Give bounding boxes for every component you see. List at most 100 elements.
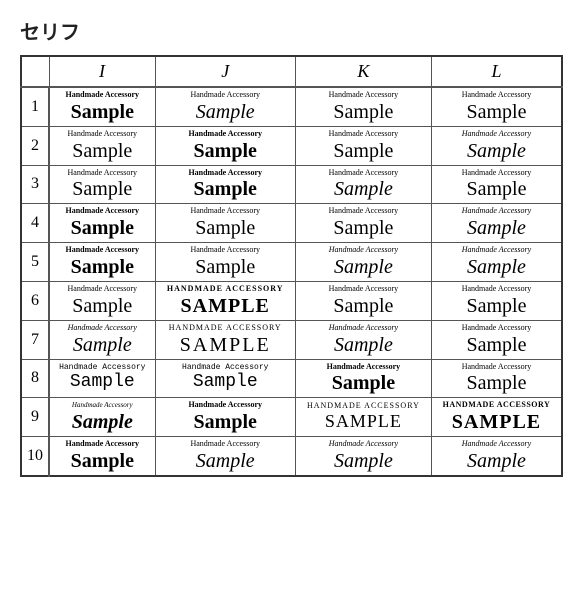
row-number: 3 [21, 165, 49, 204]
cell-top-text: Handmade Accessory [462, 207, 531, 216]
font-table: I J K L 1Handmade AccessorySampleHandmad… [20, 55, 563, 477]
row-number: 9 [21, 398, 49, 437]
cell-top-text: Handmade Accessory [329, 130, 399, 139]
cell-top-text: Handmade Accessory [68, 285, 138, 294]
row-number: 7 [21, 320, 49, 359]
cell-top-text: Handmade Accessory [68, 169, 138, 178]
cell-top-text: Handmade Accessory [68, 130, 138, 139]
cell-bottom-text: Sample [466, 334, 526, 356]
cell-bottom-text: Sample [194, 178, 257, 200]
table-cell: Handmade AccessorySample [431, 359, 562, 398]
cell-top-text: Handmade Accessory [462, 169, 532, 178]
table-row: 4Handmade AccessorySampleHandmade Access… [21, 204, 562, 243]
table-row: 8Handmade AccessorySampleHandmade Access… [21, 359, 562, 398]
cell-bottom-text: Sample [196, 101, 255, 123]
cell-top-text: Handmade Accessory [329, 285, 399, 294]
cell-top-text: Handmade Accessory [462, 246, 531, 255]
cell-bottom-text: SAMPLE [325, 412, 402, 432]
table-row: 9Handmade AccessorySampleHandmade Access… [21, 398, 562, 437]
cell-bottom-text: Sample [466, 372, 526, 394]
cell-top-text: Handmade Accessory [329, 246, 398, 255]
cell-top-text: Handmade Accessory [182, 364, 268, 373]
col-header-j: J [155, 56, 295, 87]
cell-top-text: HANDMADE ACCESSORY [443, 401, 551, 410]
table-cell: HANDMADE ACCESSORYSAMPLE [431, 398, 562, 437]
cell-top-text: HANDMADE ACCESSORY [169, 324, 282, 333]
col-header-k: K [295, 56, 431, 87]
cell-bottom-text: Sample [333, 217, 393, 239]
cell-top-text: Handmade Accessory [190, 440, 260, 449]
cell-bottom-text: Sample [71, 217, 134, 239]
table-cell: Handmade AccessorySample [49, 87, 155, 126]
cell-top-text: Handmade Accessory [66, 207, 140, 216]
cell-top-text: Handmade Accessory [66, 91, 140, 100]
table-cell: Handmade AccessorySample [295, 165, 431, 204]
page-title: セリフ [20, 16, 563, 45]
table-cell: Handmade AccessorySample [49, 398, 155, 437]
cell-bottom-text: Sample [467, 217, 526, 239]
table-cell: Handmade AccessorySample [49, 359, 155, 398]
cell-bottom-text: Sample [72, 295, 132, 317]
cell-top-text: Handmade Accessory [190, 246, 260, 255]
cell-top-text: Handmade Accessory [188, 130, 262, 139]
table-cell: Handmade AccessorySample [49, 165, 155, 204]
cell-top-text: Handmade Accessory [462, 324, 532, 333]
cell-bottom-text: Sample [333, 295, 393, 317]
table-cell: Handmade AccessorySample [431, 165, 562, 204]
table-cell: Handmade AccessorySample [295, 437, 431, 476]
cell-bottom-text: Sample [72, 140, 132, 162]
table-cell: Handmade AccessorySample [295, 281, 431, 320]
table-cell: HANDMADE ACCESSORYSAMPLE [155, 281, 295, 320]
table-cell: Handmade AccessorySample [295, 320, 431, 359]
cell-top-text: Handmade Accessory [462, 363, 532, 372]
table-cell: Handmade AccessorySample [431, 320, 562, 359]
cell-bottom-text: Sample [194, 140, 257, 162]
cell-top-text: Handmade Accessory [68, 324, 137, 333]
table-cell: Handmade AccessorySample [49, 320, 155, 359]
table-cell: Handmade AccessorySample [431, 437, 562, 476]
table-cell: Handmade AccessorySample [49, 243, 155, 282]
table-cell: Handmade AccessorySample [431, 126, 562, 165]
table-cell: Handmade AccessorySample [155, 359, 295, 398]
cell-bottom-text: Sample [466, 101, 526, 123]
row-number: 5 [21, 243, 49, 282]
row-number: 8 [21, 359, 49, 398]
cell-top-text: Handmade Accessory [72, 402, 133, 410]
col-header-empty [21, 56, 49, 87]
cell-bottom-text: Sample [71, 101, 134, 123]
cell-top-text: Handmade Accessory [327, 363, 401, 372]
row-number: 2 [21, 126, 49, 165]
table-cell: Handmade AccessorySample [155, 87, 295, 126]
table-cell: Handmade AccessorySample [49, 204, 155, 243]
cell-top-text: Handmade Accessory [188, 401, 262, 410]
table-cell: Handmade AccessorySample [295, 243, 431, 282]
cell-bottom-text: Sample [72, 178, 132, 200]
cell-top-text: Handmade Accessory [329, 207, 399, 216]
cell-top-text: Handmade Accessory [462, 130, 531, 139]
table-cell: Handmade AccessorySample [295, 204, 431, 243]
table-cell: HANDMADE ACCESSORYSAMPLE [155, 320, 295, 359]
cell-bottom-text: Sample [194, 411, 257, 433]
cell-top-text: Handmade Accessory [66, 246, 140, 255]
table-cell: Handmade AccessorySample [155, 243, 295, 282]
table-cell: Handmade AccessorySample [295, 126, 431, 165]
cell-top-text: Handmade Accessory [462, 285, 532, 294]
table-row: 3Handmade AccessorySampleHandmade Access… [21, 165, 562, 204]
cell-bottom-text: Sample [333, 101, 393, 123]
cell-bottom-text: Sample [332, 372, 395, 394]
cell-bottom-text: Sample [195, 256, 255, 278]
table-row: 1Handmade AccessorySampleHandmade Access… [21, 87, 562, 126]
cell-bottom-text: SAMPLE [180, 334, 271, 356]
cell-bottom-text: Sample [467, 140, 526, 162]
table-cell: Handmade AccessorySample [431, 243, 562, 282]
cell-bottom-text: Sample [193, 373, 258, 393]
cell-top-text: Handmade Accessory [329, 169, 399, 178]
cell-top-text: HANDMADE ACCESSORY [167, 285, 284, 294]
cell-top-text: Handmade Accessory [329, 440, 398, 449]
table-cell: Handmade AccessorySample [295, 87, 431, 126]
cell-top-text: Handmade Accessory [188, 169, 262, 178]
cell-top-text: Handmade Accessory [66, 440, 140, 449]
table-cell: Handmade AccessorySample [49, 126, 155, 165]
table-cell: HANDMADE ACCESSORYSAMPLE [295, 398, 431, 437]
cell-top-text: Handmade Accessory [462, 440, 531, 449]
